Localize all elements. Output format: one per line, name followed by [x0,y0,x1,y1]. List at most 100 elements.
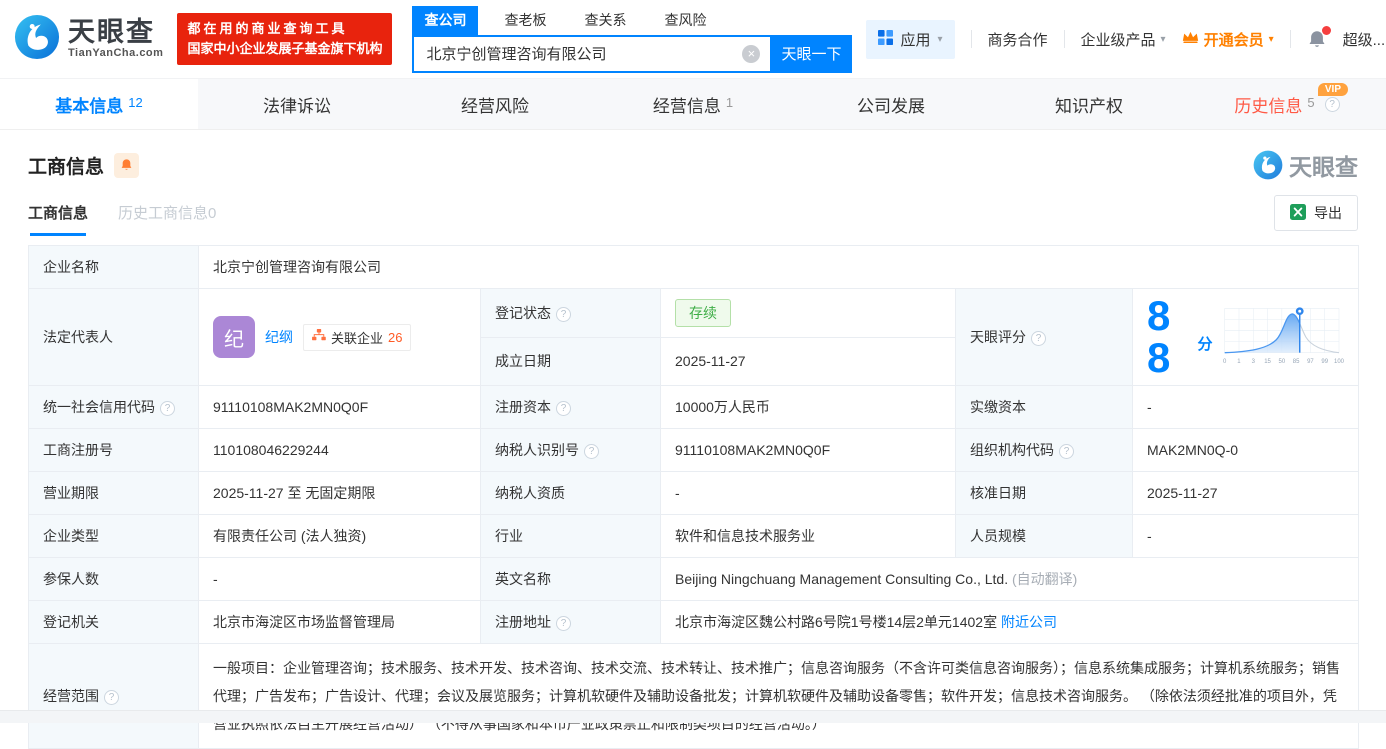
establish-date-value: 2025-11-27 [660,336,956,386]
reg-authority-value: 北京市海淀区市场监督管理局 [198,600,481,644]
field-label: 企业名称 [28,245,199,289]
field-label: 参保人数 [28,557,199,601]
tab-count: 1 [725,94,734,110]
related-companies-button[interactable]: 关联企业 26 [303,323,412,351]
nav-divider [1063,30,1065,48]
help-icon[interactable]: ? [1324,96,1340,112]
company-info-table: 企业名称 北京宁创管理咨询有限公司 法定代表人 纪 纪纲 关联企业 26 登记状… [28,245,1360,749]
tab-legal-litigation[interactable]: 法律诉讼 [198,79,396,129]
table-row: 企业类型 有限责任公司 (法人独资) 行业 软件和信息技术服务业 人员规模 - [28,514,1360,558]
legal-rep-link[interactable]: 纪纲 [265,327,293,347]
export-label: 导出 [1314,205,1342,221]
legal-rep-cell: 纪 纪纲 关联企业 26 [198,288,481,386]
clear-search-icon[interactable]: × [742,44,761,63]
help-icon[interactable]: ? [584,444,599,459]
subtab-history-registration[interactable]: 历史工商信息0 [118,202,216,236]
help-icon[interactable]: ? [556,401,571,416]
industry-value: 软件和信息技术服务业 [660,514,956,558]
search-button[interactable]: 天眼一下 [770,34,853,73]
auto-translate-note: (自动翻译) [1012,571,1078,587]
english-name-cell: Beijing Ningchuang Management Consulting… [659,557,1360,601]
tab-label: 知识产权 [1055,96,1123,116]
tab-label: 历史信息 [1234,96,1303,116]
status-badge: 存续 [675,298,731,327]
search-tab-boss[interactable]: 查老板 [492,6,558,35]
tab-history-info[interactable]: 历史信息 5 ? VIP [1188,79,1386,129]
help-icon[interactable]: ? [160,401,175,416]
table-row: 工商注册号 110108046229244 纳税人识别号? 91110108MA… [28,428,1360,472]
field-label: 组织机构代码? [955,428,1133,472]
subtab-business-registration[interactable]: 工商信息 [28,202,88,236]
tab-label: 法律诉讼 [263,96,331,116]
tab-intellectual-property[interactable]: 知识产权 [990,79,1188,129]
chevron-down-icon: ▾ [937,33,943,45]
help-icon[interactable]: ? [1031,331,1046,346]
apps-menu[interactable]: 应用 ▾ [866,19,955,59]
tab-label: 经营信息 [652,96,721,116]
approval-date-value: 2025-11-27 [1131,471,1360,515]
business-term-value: 2025-11-27 至 无固定期限 [198,471,481,515]
table-row: 统一社会信用代码? 91110108MAK2MN0Q0F 注册资本? 10000… [28,385,1360,429]
reg-address-cell: 北京市海淀区魏公村路6号院1号楼14层2单元1402室 附近公司 [659,600,1360,644]
crown-icon [1182,30,1199,48]
field-label: 企业类型 [28,514,199,558]
export-button[interactable]: 导出 [1274,195,1358,231]
chevron-down-icon: ▾ [1160,33,1166,45]
nav-business-cooperation[interactable]: 商务合作 [988,29,1048,50]
top-header: 天眼查 TianYanCha.com 都在用的商业查询工具 国家中小企业发展子基… [0,0,1386,78]
tab-company-development[interactable]: 公司发展 [792,79,990,129]
notifications-bell[interactable] [1307,25,1331,50]
tab-business-info[interactable]: 经营信息 1 [594,79,792,129]
enterprise-label: 企业级产品 [1080,31,1156,49]
monitor-bell-button[interactable] [114,152,140,178]
field-label: 工商注册号 [28,428,199,472]
tab-label: 公司发展 [857,96,925,116]
svg-text:50: 50 [1278,359,1285,365]
nav-enterprise-products[interactable]: 企业级产品 ▾ [1081,29,1166,50]
search-tab-relation[interactable]: 查关系 [572,6,638,35]
nav-divider [970,30,972,48]
section-title: 工商信息 [28,156,105,178]
nearby-companies-link[interactable]: 附近公司 [1001,614,1057,630]
avatar[interactable]: 纪 [213,316,255,358]
staff-size-value: - [1131,514,1360,558]
logo-title: 天眼查 [68,17,155,48]
org-chart-icon [312,329,326,345]
field-label: 纳税人识别号? [480,428,661,472]
search-tabs: 查公司 查老板 查关系 查风险 [412,5,852,35]
svg-text:85: 85 [1292,359,1299,365]
promo-banner[interactable]: 都在用的商业查询工具 国家中小企业发展子基金旗下机构 [177,12,393,66]
field-label: 登记机关 [28,600,199,644]
english-name-value: Beijing Ningchuang Management Consulting… [675,571,1009,587]
field-label: 经营范围? [28,643,199,749]
tianyancha-logo[interactable]: 天眼查 TianYanCha.com [14,14,163,65]
promo-line2: 国家中小企业发展子基金旗下机构 [187,41,383,56]
search-tab-company[interactable]: 查公司 [412,5,479,35]
page-bottom-strip [0,710,1386,723]
tab-basic-info[interactable]: 基本信息 12 [0,79,198,129]
reg-number-value: 110108046229244 [198,428,481,472]
tab-label: 经营风险 [461,96,529,116]
search-input[interactable] [412,34,771,73]
field-label: 英文名称 [480,557,661,601]
field-label: 注册地址? [480,600,661,644]
tianyancha-logo-icon [14,14,60,65]
business-info-section: 工商信息 天眼查 工商信息 历史工商信息0 导出 企业名称 北京宁创管理咨询有限… [0,130,1386,749]
table-row: 企业名称 北京宁创管理咨询有限公司 [28,245,1360,289]
related-count: 26 [388,329,403,345]
help-icon[interactable]: ? [1059,444,1074,459]
svg-text:0: 0 [1223,359,1227,365]
credit-code-value: 91110108MAK2MN0Q0F [198,385,481,429]
paid-capital-value: - [1131,385,1360,429]
search-tab-risk[interactable]: 查风险 [652,6,718,35]
score-unit: 分 [1197,335,1213,353]
field-label: 统一社会信用代码? [28,385,199,429]
logo-subtitle: TianYanCha.com [68,47,164,60]
help-icon[interactable]: ? [556,306,571,322]
nav-open-membership[interactable]: 开通会员 ▾ [1182,29,1274,50]
tab-operating-risk[interactable]: 经营风险 [396,79,594,129]
help-icon[interactable]: ? [556,616,571,631]
help-icon[interactable]: ? [104,690,119,705]
nav-super-account[interactable]: 超级... ▾ [1343,29,1386,50]
tab-count: 12 [128,94,143,110]
